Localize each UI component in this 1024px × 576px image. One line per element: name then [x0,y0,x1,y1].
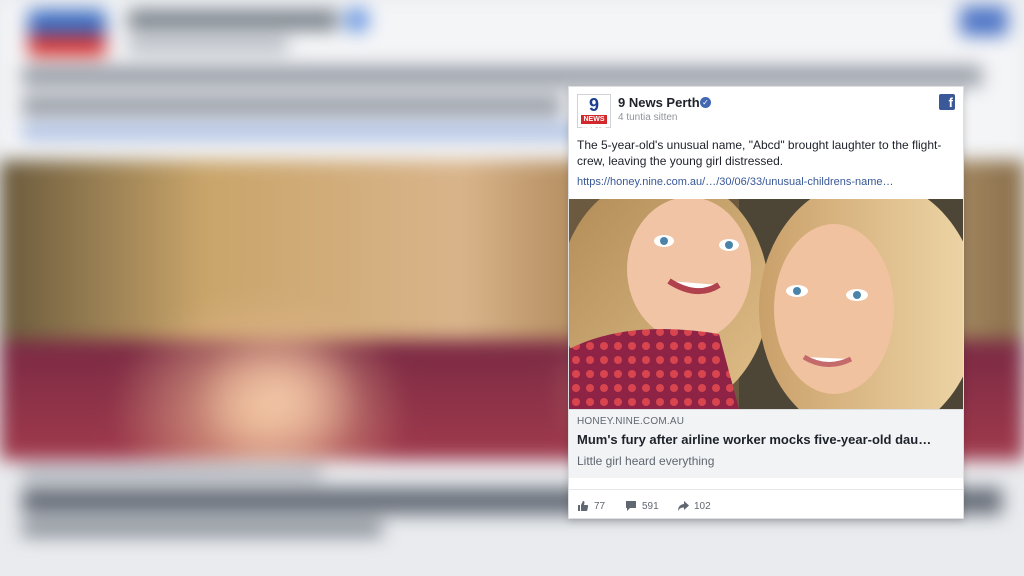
like-count[interactable]: 77 [577,500,605,512]
share-icon [678,501,689,511]
like-count-value: 77 [594,500,606,512]
link-title[interactable]: Mum's fury after airline worker mocks fi… [577,432,959,447]
facebook-post-card: 9 NEWS PERTH 9 News Perth ✓ 4 tuntia sit… [568,86,964,519]
link-preview[interactable]: HONEY.NINE.COM.AU Mum's fury after airli… [569,409,963,478]
page-avatar[interactable]: 9 NEWS PERTH [577,94,611,132]
link-preview-image[interactable] [569,199,963,409]
post-text: The 5-year-old's unusual name, "Abcd" br… [577,138,942,168]
share-count[interactable]: 102 [677,500,711,512]
reaction-bar: 77 591 102 [569,489,963,520]
page-name-link[interactable]: 9 News Perth [618,95,700,110]
verified-badge-icon: ✓ [700,97,711,108]
logo-label: NEWS PERTH [581,115,607,132]
share-count-value: 102 [694,500,711,512]
post-url-link[interactable]: https://honey.nine.com.au/…/30/06/33/unu… [577,176,957,188]
facebook-icon[interactable]: f [939,94,955,110]
logo-number: 9 [588,95,599,115]
thumbs-up-icon [578,501,589,511]
comment-count[interactable]: 591 [625,500,659,512]
post-timestamp[interactable]: 4 tuntia sitten [618,112,677,123]
comment-icon [626,501,636,511]
link-description: Little girl heard everything [577,454,715,468]
comment-count-value: 591 [642,500,659,512]
post-header: 9 NEWS PERTH 9 News Perth ✓ 4 tuntia sit… [569,87,963,132]
link-domain: HONEY.NINE.COM.AU [577,416,685,427]
